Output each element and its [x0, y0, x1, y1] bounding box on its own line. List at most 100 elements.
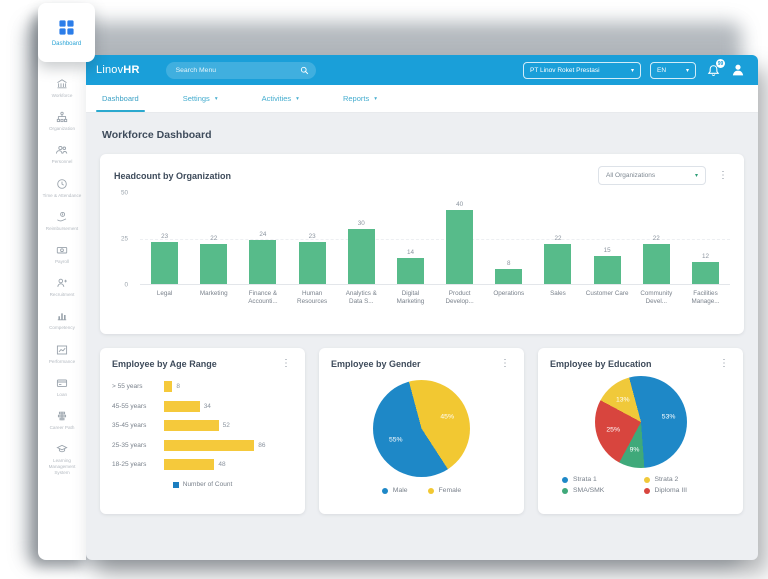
- sidebar: Workforce Organization Personnel Time & Att…: [38, 8, 86, 560]
- pie-slice-label: 25%: [606, 426, 620, 434]
- sidebar-item-label: Dashboard: [51, 40, 82, 47]
- sidebar-item-workforce[interactable]: Workforce: [39, 72, 85, 105]
- bar: [164, 459, 215, 470]
- sidebar-item-personnel[interactable]: Personnel: [39, 138, 85, 171]
- sidebar-item-performance[interactable]: Performance: [39, 338, 85, 371]
- sidebar-item-organization[interactable]: Organization: [39, 105, 85, 138]
- bar-category-label: Digital Marketing: [396, 290, 425, 306]
- bar-column: 24: [238, 193, 287, 284]
- tab-settings[interactable]: Settings ▾: [183, 85, 218, 112]
- organization-filter-select[interactable]: All Organizations ▾: [598, 166, 706, 185]
- bar-category-label: Legal: [156, 290, 173, 297]
- sidebar-item-label: Performance: [48, 358, 76, 364]
- tab-label: Activities: [261, 94, 292, 103]
- sidebar-item-competency[interactable]: Competency: [39, 304, 85, 337]
- age-range-label: 35-45 years: [112, 422, 147, 429]
- tab-label: Dashboard: [102, 94, 139, 103]
- tab-label: Reports: [342, 94, 370, 103]
- legend-swatch: [562, 476, 568, 483]
- sidebar-item-label: Learning Management System: [48, 458, 76, 476]
- sidebar-item-label: Organization: [48, 126, 76, 132]
- pie-slice-label: 55%: [388, 436, 403, 444]
- tab-reports[interactable]: Reports ▾: [343, 85, 377, 112]
- kebab-menu-icon[interactable]: ⋮: [716, 170, 730, 181]
- chevron-down-icon: ▾: [685, 67, 689, 74]
- sidebar-item-loan[interactable]: Loan: [39, 371, 85, 404]
- bar-column: 23: [288, 193, 337, 284]
- pie-slice-label: 9%: [629, 446, 640, 454]
- chart-legend: Strata 1 Strata 2 SMA/SMK Diploma III: [550, 476, 731, 494]
- search-input[interactable]: [175, 66, 300, 74]
- legend-item: Diploma III: [643, 487, 720, 494]
- bar: [396, 258, 424, 284]
- bar-chart-icon: [57, 313, 67, 321]
- graduation-cap-icon: [56, 444, 68, 453]
- sidebar-item-payroll[interactable]: Payroll: [39, 238, 85, 271]
- bar-value-label: 34: [203, 402, 211, 410]
- users-icon: [56, 146, 68, 155]
- sidebar-item-dashboard[interactable]: Dashboard: [38, 3, 95, 62]
- user-icon: [732, 64, 744, 76]
- age-range-label: 18-25 years: [112, 461, 147, 468]
- kebab-menu-icon[interactable]: ⋮: [279, 359, 293, 369]
- bar-value-label: 52: [222, 422, 230, 429]
- tab-dashboard[interactable]: Dashboard: [96, 85, 145, 112]
- page-title: Workforce Dashboard: [102, 129, 212, 141]
- sidebar-item-label: Time & Attendance: [42, 192, 82, 198]
- bar: [200, 243, 228, 284]
- sidebar-item-label: Recruitment: [49, 292, 75, 298]
- sidebar-item-learning-management-system[interactable]: Learning Management System: [39, 437, 85, 483]
- age-range-label: 45-55 years: [112, 402, 147, 410]
- career-path-icon: [57, 411, 67, 421]
- credit-card-icon: [56, 379, 68, 387]
- search-icon[interactable]: [300, 66, 309, 75]
- sidebar-item-label: Competency: [49, 325, 75, 331]
- legend-label: SMA/SMK: [573, 487, 605, 494]
- language-selector[interactable]: EN ▾: [650, 61, 696, 79]
- sidebar-item-career-path[interactable]: Career Path: [39, 404, 85, 437]
- sidebar-item-time-attendance[interactable]: Time & Attendance: [39, 172, 85, 205]
- legend-swatch: [427, 487, 434, 494]
- pie-slice-label: 45%: [440, 413, 454, 421]
- kebab-menu-icon[interactable]: ⋮: [717, 359, 731, 369]
- bar-column: 22: [189, 193, 238, 284]
- sidebar-item-recruitment[interactable]: Recruitment: [39, 271, 85, 304]
- bar-column: 14: [386, 193, 435, 284]
- sidebar-item-label: Loan: [56, 391, 68, 397]
- legend-swatch: [381, 487, 388, 494]
- bar-value-label: 22: [554, 234, 562, 242]
- bar-category-label: Facilities Manage...: [691, 290, 720, 306]
- education-pie-chart: 53% 9% 25% 13%: [594, 376, 687, 468]
- sidebar-item-label: Personnel: [51, 159, 73, 165]
- bar-value-label: 12: [701, 252, 709, 260]
- bar-value-label: 8: [507, 260, 511, 268]
- user-profile-button[interactable]: [730, 62, 746, 78]
- bar: [642, 243, 670, 284]
- bar-category-label: Product Develop...: [445, 290, 474, 306]
- bar: [446, 210, 474, 284]
- age-row: 45-55 years 34: [112, 400, 293, 412]
- employee-by-education-card: Employee by Education ⋮ 53% 9% 25% 13% Stra…: [538, 348, 743, 514]
- kebab-menu-icon[interactable]: ⋮: [498, 359, 512, 369]
- notifications-button[interactable]: 99: [705, 59, 725, 78]
- card-title: Employee by Gender: [331, 359, 421, 369]
- sidebar-item-label: Career Path: [49, 424, 75, 430]
- legend-label: Male: [392, 487, 408, 494]
- legend-label: Female: [438, 487, 462, 494]
- bar: [164, 381, 173, 392]
- sidebar-item-reimbursement[interactable]: Reimbursement: [39, 205, 85, 238]
- bar-column: 40: [435, 193, 484, 284]
- legend-item: Female: [427, 487, 462, 494]
- bar-value-label: 23: [308, 232, 316, 240]
- company-selector-value: PT Linov Roket Prestasi: [530, 66, 600, 74]
- tab-activities[interactable]: Activities ▾: [262, 85, 299, 112]
- banknote-icon: [56, 246, 68, 254]
- company-selector[interactable]: PT Linov Roket Prestasi ▾: [523, 61, 641, 79]
- org-chart-icon: [56, 111, 68, 123]
- line-chart-icon: [56, 345, 68, 354]
- chart-legend: Male Female: [331, 487, 512, 494]
- bar-value-label: 86: [258, 441, 266, 449]
- bar: [347, 228, 375, 284]
- bar-category-label: Community Devel...: [640, 290, 673, 306]
- language-selector-value: EN: [657, 66, 667, 74]
